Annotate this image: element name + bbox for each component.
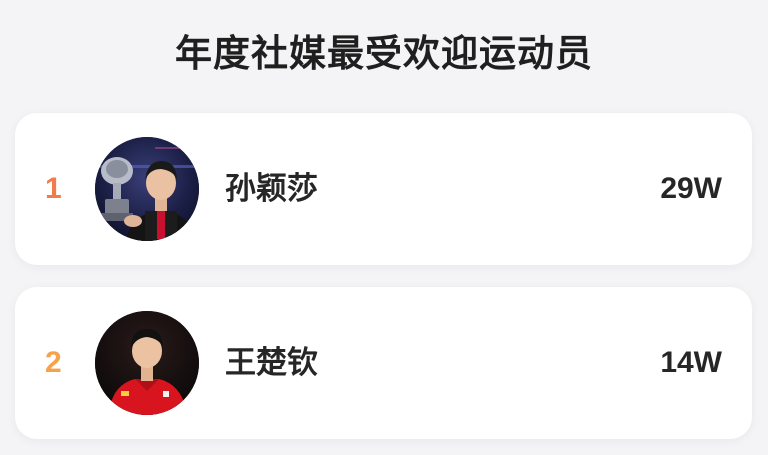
athlete-with-trophy-photo <box>95 137 199 241</box>
athlete-red-jersey-photo <box>95 311 199 415</box>
rank-number: 2 <box>45 346 62 379</box>
ranking-card-1[interactable]: 1 孙颖莎 29W <box>15 113 752 265</box>
athlete-name: 孙颖莎 <box>225 171 318 207</box>
rank-number: 1 <box>45 172 62 205</box>
ranking-page: 年度社媒最受欢迎运动员 1 孙颖莎 29W 2 王楚钦 14W <box>0 0 768 455</box>
athlete-avatar[interactable] <box>95 137 199 241</box>
vote-count: 29W <box>660 172 722 205</box>
page-title: 年度社媒最受欢迎运动员 <box>175 32 593 75</box>
vote-count: 14W <box>660 346 722 379</box>
athlete-avatar[interactable] <box>95 311 199 415</box>
ranking-card-2[interactable]: 2 王楚钦 14W <box>15 287 752 439</box>
athlete-name: 王楚钦 <box>225 345 318 381</box>
